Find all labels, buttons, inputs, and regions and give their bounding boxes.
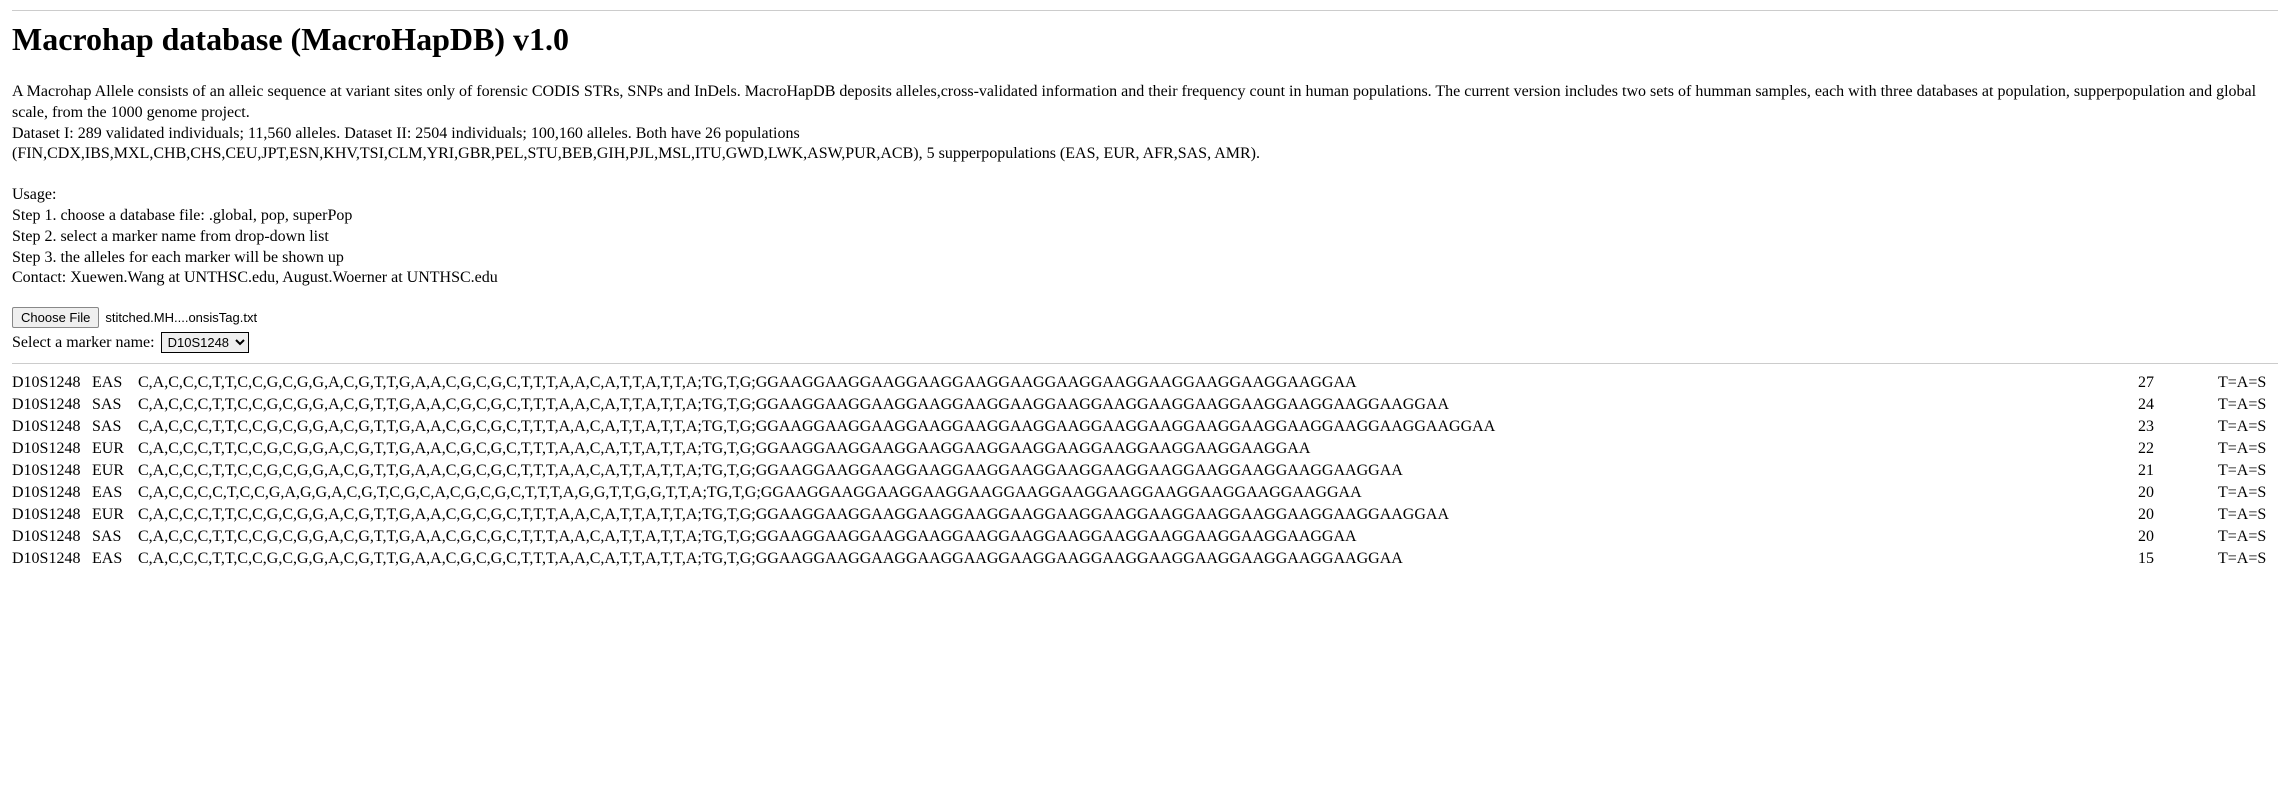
result-row: D10S1248SASC,A,C,C,C,T,T,C,C,G,C,G,G,A,C… — [12, 394, 2278, 416]
result-tas: T=A=S — [2218, 374, 2278, 392]
result-pop: SAS — [92, 396, 132, 414]
marker-row: Select a marker name: D10S1248 — [12, 332, 2278, 353]
result-pop: SAS — [92, 528, 132, 546]
file-row: Choose File stitched.MH....onsisTag.txt — [12, 307, 2278, 328]
result-tas: T=A=S — [2218, 396, 2278, 414]
result-tas: T=A=S — [2218, 440, 2278, 458]
result-count: 23 — [2098, 418, 2218, 436]
result-pop: EUR — [92, 506, 132, 524]
result-pop: EAS — [92, 484, 132, 502]
result-marker: D10S1248 — [12, 396, 92, 414]
result-sequence: C,A,C,C,C,T,T,C,C,G,C,G,G,A,C,G,T,T,G,A,… — [132, 440, 2098, 458]
result-sequence: C,A,C,C,C,T,T,C,C,G,C,G,G,A,C,G,T,T,G,A,… — [132, 418, 2098, 436]
marker-select-label: Select a marker name: — [12, 334, 155, 352]
result-tas: T=A=S — [2218, 484, 2278, 502]
result-row: D10S1248EURC,A,C,C,C,T,T,C,C,G,C,G,G,A,C… — [12, 460, 2278, 482]
top-rule — [12, 10, 2278, 11]
result-row: D10S1248EASC,A,C,C,C,T,T,C,C,G,C,G,G,A,C… — [12, 372, 2278, 394]
result-row: D10S1248SASC,A,C,C,C,T,T,C,C,G,C,G,G,A,C… — [12, 416, 2278, 438]
result-row: D10S1248EASC,A,C,C,C,C,T,C,C,G,A,G,G,A,C… — [12, 482, 2278, 504]
result-sequence: C,A,C,C,C,T,T,C,C,G,C,G,G,A,C,G,T,T,G,A,… — [132, 462, 2098, 480]
intro-p2: Dataset I: 289 validated individuals; 11… — [12, 124, 2272, 145]
result-marker: D10S1248 — [12, 374, 92, 392]
result-row: D10S1248EURC,A,C,C,C,T,T,C,C,G,C,G,G,A,C… — [12, 504, 2278, 526]
result-count: 20 — [2098, 528, 2218, 546]
result-row: D10S1248EASC,A,C,C,C,T,T,C,C,G,C,G,G,A,C… — [12, 548, 2278, 570]
result-pop: EUR — [92, 440, 132, 458]
usage-step3: Step 3. the alleles for each marker will… — [12, 248, 2278, 269]
result-row: D10S1248EURC,A,C,C,C,T,T,C,C,G,C,G,G,A,C… — [12, 438, 2278, 460]
intro-p3: (FIN,CDX,IBS,MXL,CHB,CHS,CEU,JPT,ESN,KHV… — [12, 144, 2272, 165]
result-marker: D10S1248 — [12, 506, 92, 524]
result-count: 20 — [2098, 484, 2218, 502]
result-marker: D10S1248 — [12, 418, 92, 436]
result-tas: T=A=S — [2218, 550, 2278, 568]
result-marker: D10S1248 — [12, 484, 92, 502]
result-sequence: C,A,C,C,C,C,T,C,C,G,A,G,G,A,C,G,T,C,G,C,… — [132, 484, 2098, 502]
result-pop: EAS — [92, 374, 132, 392]
result-marker: D10S1248 — [12, 462, 92, 480]
result-marker: D10S1248 — [12, 528, 92, 546]
result-tas: T=A=S — [2218, 462, 2278, 480]
result-tas: T=A=S — [2218, 506, 2278, 524]
intro-p1: A Macrohap Allele consists of an alleic … — [12, 82, 2272, 124]
result-sequence: C,A,C,C,C,T,T,C,C,G,C,G,G,A,C,G,T,T,G,A,… — [132, 374, 2098, 392]
result-count: 24 — [2098, 396, 2218, 414]
result-tas: T=A=S — [2218, 418, 2278, 436]
results-list: D10S1248EASC,A,C,C,C,T,T,C,C,G,C,G,G,A,C… — [12, 372, 2278, 570]
usage-contact: Contact: Xuewen.Wang at UNTHSC.edu, Augu… — [12, 268, 2278, 289]
result-sequence: C,A,C,C,C,T,T,C,C,G,C,G,G,A,C,G,T,T,G,A,… — [132, 506, 2098, 524]
result-pop: EUR — [92, 462, 132, 480]
result-pop: EAS — [92, 550, 132, 568]
result-count: 21 — [2098, 462, 2218, 480]
usage-step2: Step 2. select a marker name from drop-d… — [12, 227, 2278, 248]
result-sequence: C,A,C,C,C,T,T,C,C,G,C,G,G,A,C,G,T,T,G,A,… — [132, 528, 2098, 546]
result-marker: D10S1248 — [12, 550, 92, 568]
usage-label: Usage: — [12, 185, 2278, 206]
marker-select[interactable]: D10S1248 — [161, 332, 249, 353]
result-marker: D10S1248 — [12, 440, 92, 458]
result-count: 20 — [2098, 506, 2218, 524]
result-count: 22 — [2098, 440, 2218, 458]
result-count: 27 — [2098, 374, 2218, 392]
usage-block: Usage: Step 1. choose a database file: .… — [12, 185, 2278, 289]
page-title: Macrohap database (MacroHapDB) v1.0 — [12, 21, 2278, 58]
result-sequence: C,A,C,C,C,T,T,C,C,G,C,G,G,A,C,G,T,T,G,A,… — [132, 396, 2098, 414]
result-sequence: C,A,C,C,C,T,T,C,C,G,C,G,G,A,C,G,T,T,G,A,… — [132, 550, 2098, 568]
results-separator — [12, 363, 2278, 364]
result-pop: SAS — [92, 418, 132, 436]
result-row: D10S1248SASC,A,C,C,C,T,T,C,C,G,C,G,G,A,C… — [12, 526, 2278, 548]
usage-step1: Step 1. choose a database file: .global,… — [12, 206, 2278, 227]
result-count: 15 — [2098, 550, 2218, 568]
result-tas: T=A=S — [2218, 528, 2278, 546]
chosen-file-name: stitched.MH....onsisTag.txt — [105, 310, 257, 325]
intro-block: A Macrohap Allele consists of an alleic … — [12, 82, 2272, 165]
choose-file-button[interactable]: Choose File — [12, 307, 99, 328]
